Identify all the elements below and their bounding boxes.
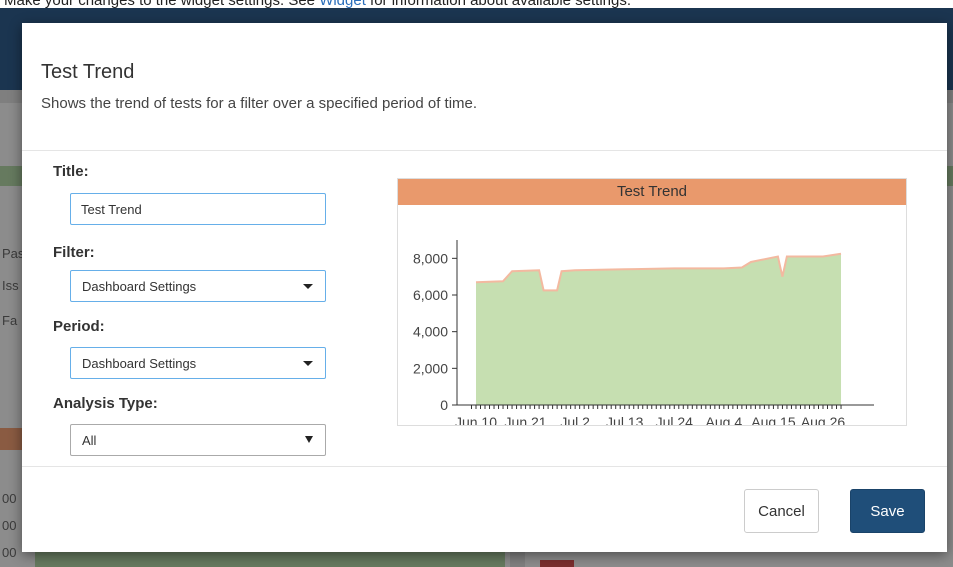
save-button[interactable]: Save bbox=[850, 489, 925, 533]
chart-plot: 0 2,000 4,000 6,000 8,000 Jun 10 Jun 21 Jul 2 Ju… bbox=[413, 240, 874, 425]
chart-title: Test Trend bbox=[616, 183, 688, 200]
analysis-type-select[interactable]: All bbox=[70, 424, 326, 456]
chart-x-tick-label: Jun 10 bbox=[455, 414, 497, 425]
analysis-type-field-label: Analysis Type: bbox=[53, 395, 158, 412]
dialog-description: Shows the trend of tests for a filter ov… bbox=[41, 95, 478, 112]
filter-select[interactable]: Dashboard Settings bbox=[70, 270, 326, 302]
analysis-type-select-value: All bbox=[82, 433, 97, 448]
dialog-title: Test Trend bbox=[41, 61, 135, 83]
chart-y-tick-label: 0 bbox=[440, 397, 448, 413]
chart-y-tick-label: 8,000 bbox=[413, 250, 448, 266]
title-input[interactable] bbox=[70, 193, 326, 225]
chart-x-tick-label: Jul 13 bbox=[606, 414, 644, 425]
chart-x-tick-label: Aug 4 bbox=[706, 414, 743, 425]
background-label-fa: Fa bbox=[2, 313, 18, 328]
filter-select-value: Dashboard Settings bbox=[82, 279, 197, 294]
period-select[interactable]: Dashboard Settings bbox=[70, 347, 326, 379]
cancel-button[interactable]: Cancel bbox=[744, 489, 819, 533]
background-number-2: 00 bbox=[2, 518, 17, 533]
dialog-footer-divider bbox=[22, 466, 947, 467]
chart-header: Test Trend bbox=[398, 179, 906, 205]
chart-y-tick-label: 2,000 bbox=[413, 360, 448, 376]
dialog-header: Test Trend Shows the trend of tests for … bbox=[22, 23, 947, 151]
title-field-label: Title: bbox=[53, 163, 89, 180]
background-label-iss: Iss bbox=[2, 278, 19, 293]
chart-x-tick-label: Aug 15 bbox=[751, 414, 796, 425]
period-field-label: Period: bbox=[53, 318, 105, 335]
chart-x-tick-label: Aug 26 bbox=[801, 414, 846, 425]
background-number-1: 00 bbox=[2, 491, 17, 506]
chart-y-tick-label: 6,000 bbox=[413, 287, 448, 303]
background-red-badge bbox=[540, 560, 574, 567]
chevron-down-icon bbox=[303, 284, 313, 289]
filter-field-label: Filter: bbox=[53, 244, 95, 261]
widget-settings-dialog: Test Trend Shows the trend of tests for … bbox=[22, 23, 947, 552]
background-number-3: 00 bbox=[2, 545, 17, 560]
period-select-value: Dashboard Settings bbox=[82, 356, 197, 371]
chevron-down-icon bbox=[305, 436, 313, 443]
chevron-down-icon bbox=[303, 361, 313, 366]
chart-x-tick-label: Jul 2 bbox=[560, 414, 590, 425]
chart-area-series bbox=[476, 253, 842, 405]
chart-preview: Test Trend 0 2,000 4,000 6,000 8,000 Jun 10 Ju… bbox=[397, 178, 907, 426]
chart-x-tick-label: Jul 24 bbox=[656, 414, 694, 425]
chart-y-tick-label: 4,000 bbox=[413, 324, 448, 340]
chart-x-tick-label: Jun 21 bbox=[505, 414, 547, 425]
